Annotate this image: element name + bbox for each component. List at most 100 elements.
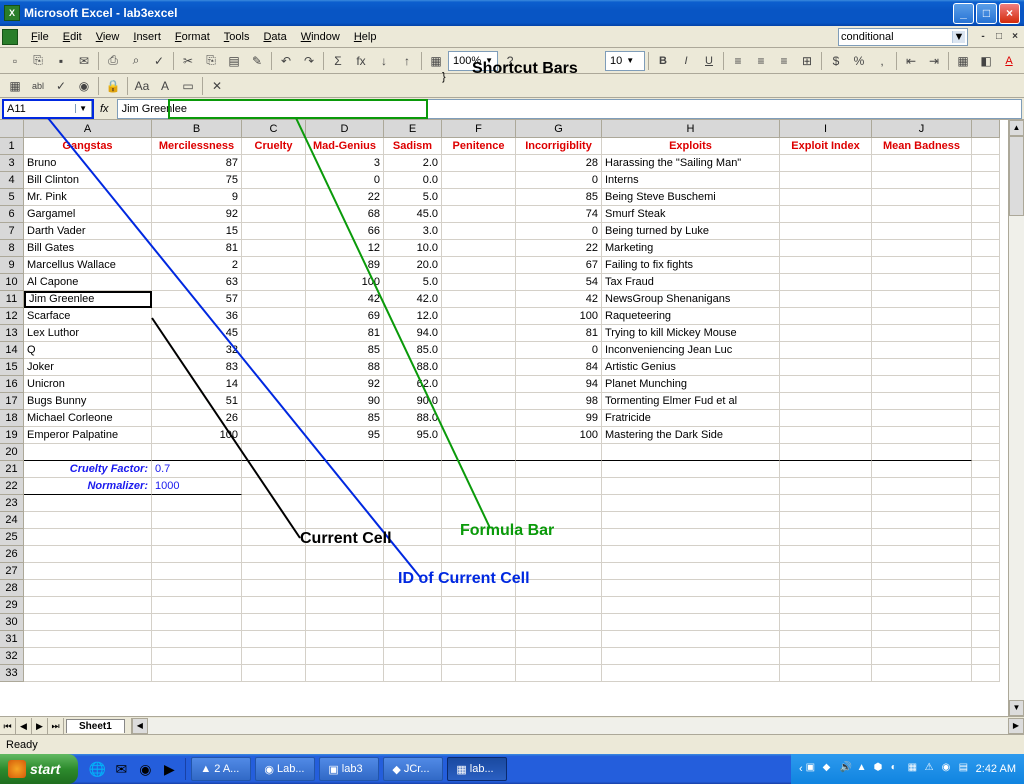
cell[interactable]	[972, 359, 1000, 376]
menu-tools[interactable]: Tools	[217, 29, 257, 45]
header-cell[interactable]: Incorrigiblity	[516, 138, 602, 155]
underline-icon[interactable]: U	[698, 50, 720, 72]
select-all-corner[interactable]	[0, 120, 24, 138]
data-cell[interactable]	[24, 580, 152, 597]
data-cell[interactable]: Lex Luthor	[24, 325, 152, 342]
data-cell[interactable]	[306, 648, 384, 665]
data-cell[interactable]	[442, 325, 516, 342]
data-cell[interactable]	[442, 614, 516, 631]
row-header[interactable]: 16	[0, 376, 24, 393]
data-cell[interactable]	[780, 223, 872, 240]
data-cell[interactable]	[780, 155, 872, 172]
doc-restore-button[interactable]: □	[992, 30, 1006, 44]
data-cell[interactable]	[306, 580, 384, 597]
data-cell[interactable]	[516, 648, 602, 665]
data-cell[interactable]: 0.0	[384, 172, 442, 189]
data-cell[interactable]: 95	[306, 427, 384, 444]
data-cell[interactable]	[780, 172, 872, 189]
taskbar-task[interactable]: ◉Lab...	[255, 757, 315, 781]
data-cell[interactable]: Scarface	[24, 308, 152, 325]
data-cell[interactable]	[780, 308, 872, 325]
data-cell[interactable]	[872, 223, 972, 240]
data-cell[interactable]	[442, 359, 516, 376]
data-cell[interactable]: 87	[152, 155, 242, 172]
data-cell[interactable]	[872, 546, 972, 563]
data-cell[interactable]	[442, 223, 516, 240]
cell[interactable]	[972, 580, 1000, 597]
data-cell[interactable]	[152, 614, 242, 631]
data-cell[interactable]	[602, 563, 780, 580]
maximize-button[interactable]: □	[976, 3, 997, 24]
row-header[interactable]: 13	[0, 325, 24, 342]
start-button[interactable]: start	[0, 754, 78, 784]
data-cell[interactable]	[602, 597, 780, 614]
data-cell[interactable]: Bill Gates	[24, 240, 152, 257]
data-cell[interactable]: 0	[516, 223, 602, 240]
align-center-icon[interactable]: ≡	[750, 50, 772, 72]
aa-icon[interactable]: Aa	[131, 75, 153, 97]
data-cell[interactable]	[602, 631, 780, 648]
data-cell[interactable]	[24, 495, 152, 512]
header-cell[interactable]: Sadism	[384, 138, 442, 155]
data-cell[interactable]: 10.0	[384, 240, 442, 257]
data-cell[interactable]: Inconveniencing Jean Luc	[602, 342, 780, 359]
data-cell[interactable]	[442, 461, 516, 478]
data-cell[interactable]: 42.0	[384, 291, 442, 308]
data-cell[interactable]	[242, 359, 306, 376]
data-cell[interactable]	[384, 597, 442, 614]
data-cell[interactable]	[780, 546, 872, 563]
cell[interactable]	[972, 393, 1000, 410]
data-cell[interactable]	[872, 512, 972, 529]
data-cell[interactable]	[152, 546, 242, 563]
data-cell[interactable]	[602, 512, 780, 529]
radio-icon[interactable]: ◉	[73, 75, 95, 97]
row-header[interactable]: 32	[0, 648, 24, 665]
data-cell[interactable]	[780, 648, 872, 665]
data-cell[interactable]	[442, 495, 516, 512]
font-size-combo[interactable]: 10▼	[605, 51, 645, 71]
data-cell[interactable]	[872, 189, 972, 206]
data-cell[interactable]	[780, 427, 872, 444]
param-label[interactable]: Normalizer:	[24, 478, 152, 495]
data-cell[interactable]	[872, 342, 972, 359]
data-cell[interactable]	[442, 274, 516, 291]
header-cell[interactable]: Mad-Genius	[306, 138, 384, 155]
fx-label[interactable]: fx	[100, 103, 109, 115]
data-cell[interactable]	[872, 597, 972, 614]
data-cell[interactable]: 88.0	[384, 410, 442, 427]
data-cell[interactable]	[242, 410, 306, 427]
data-cell[interactable]	[780, 597, 872, 614]
menu-help[interactable]: Help	[347, 29, 384, 45]
data-cell[interactable]	[442, 308, 516, 325]
row-header[interactable]: 7	[0, 223, 24, 240]
data-cell[interactable]	[516, 546, 602, 563]
data-cell[interactable]: 84	[516, 359, 602, 376]
data-cell[interactable]: 89	[306, 257, 384, 274]
data-cell[interactable]	[602, 461, 780, 478]
data-cell[interactable]	[242, 427, 306, 444]
cell[interactable]	[972, 495, 1000, 512]
data-cell[interactable]: 62.0	[384, 376, 442, 393]
data-cell[interactable]	[872, 410, 972, 427]
open-icon[interactable]: ⎘	[27, 50, 49, 72]
cell[interactable]	[972, 291, 1000, 308]
param-value[interactable]: 0.7	[152, 461, 242, 478]
data-cell[interactable]: 2	[152, 257, 242, 274]
media-icon[interactable]: ▶	[158, 758, 180, 780]
cell[interactable]	[972, 325, 1000, 342]
data-cell[interactable]	[242, 291, 306, 308]
ie-icon[interactable]: 🌐	[86, 758, 108, 780]
data-cell[interactable]: Emperor Palpatine	[24, 427, 152, 444]
data-cell[interactable]	[516, 461, 602, 478]
data-cell[interactable]: Trying to kill Mickey Mouse	[602, 325, 780, 342]
data-cell[interactable]: 85	[306, 410, 384, 427]
cell[interactable]	[972, 223, 1000, 240]
data-cell[interactable]	[602, 648, 780, 665]
data-cell[interactable]: 36	[152, 308, 242, 325]
data-cell[interactable]	[242, 563, 306, 580]
row-header[interactable]: 6	[0, 206, 24, 223]
data-cell[interactable]	[306, 597, 384, 614]
data-cell[interactable]	[780, 478, 872, 495]
data-cell[interactable]	[780, 342, 872, 359]
system-tray[interactable]: ‹ ▣ ◆ 🔊 ▲ ⬢ ◐ ▦ ⚠ ◉ ▤ 2:42 AM	[791, 754, 1024, 784]
